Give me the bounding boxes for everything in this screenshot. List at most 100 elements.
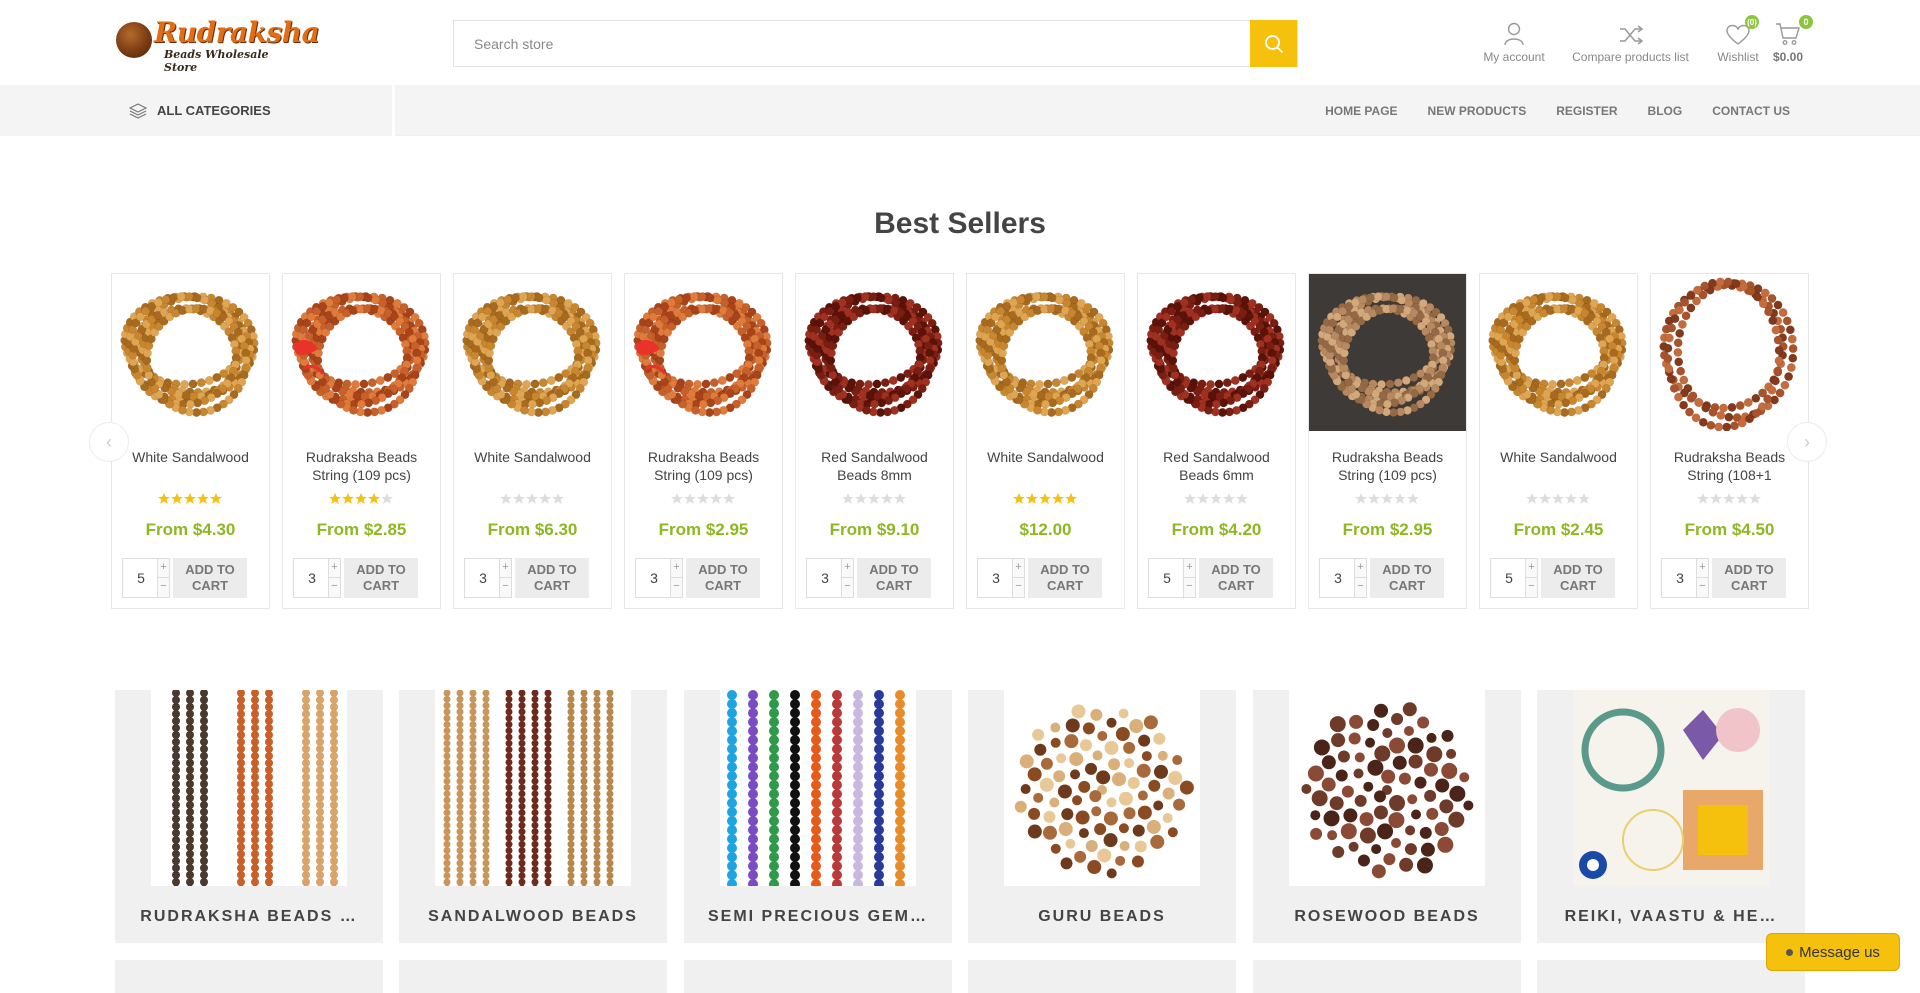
- category-card[interactable]: REIKI, VAASTU & HE…: [1537, 690, 1805, 943]
- product-name[interactable]: Red Sandalwood Beads 8mm: [796, 448, 953, 486]
- quantity-stepper[interactable]: 5 + −: [1148, 558, 1196, 598]
- quantity-stepper[interactable]: 3 + −: [293, 558, 341, 598]
- quantity-decrease-button[interactable]: −: [1696, 578, 1708, 597]
- category-card[interactable]: SANDALWOOD BEADS: [399, 690, 667, 943]
- category-card-partial[interactable]: [1253, 960, 1521, 993]
- my-account-link[interactable]: My account: [1474, 18, 1554, 64]
- quantity-value[interactable]: 5: [1491, 559, 1527, 597]
- quantity-decrease-button[interactable]: −: [670, 578, 682, 597]
- quantity-increase-button[interactable]: +: [1012, 559, 1024, 578]
- product-card[interactable]: White Sandalwood $12.00 3 + − ADD TO CAR…: [966, 273, 1125, 609]
- category-image[interactable]: [720, 690, 916, 886]
- quantity-value[interactable]: 3: [636, 559, 672, 597]
- product-name[interactable]: White Sandalwood: [967, 448, 1124, 486]
- product-image[interactable]: [1309, 274, 1466, 431]
- quantity-increase-button[interactable]: +: [328, 559, 340, 578]
- category-card[interactable]: SEMI PRECIOUS GEM…: [684, 690, 952, 943]
- quantity-increase-button[interactable]: +: [841, 559, 853, 578]
- quantity-value[interactable]: 5: [123, 559, 159, 597]
- product-card[interactable]: Rudraksha Beads String (109 pcs) From $2…: [624, 273, 783, 609]
- add-to-cart-button[interactable]: ADD TO CART: [1028, 558, 1102, 598]
- add-to-cart-button[interactable]: ADD TO CART: [1370, 558, 1444, 598]
- cart-link[interactable]: $0.00 0: [1766, 15, 1813, 64]
- quantity-stepper[interactable]: 3 + −: [1661, 558, 1709, 598]
- product-image[interactable]: [796, 274, 953, 431]
- category-card-partial[interactable]: [1537, 960, 1805, 993]
- quantity-value[interactable]: 3: [978, 559, 1014, 597]
- quantity-increase-button[interactable]: +: [1525, 559, 1537, 578]
- quantity-decrease-button[interactable]: −: [1183, 578, 1195, 597]
- menu-contact-us[interactable]: CONTACT US: [1712, 104, 1790, 118]
- product-image[interactable]: [967, 274, 1124, 431]
- category-card-partial[interactable]: [399, 960, 667, 993]
- product-image[interactable]: [1138, 274, 1295, 431]
- quantity-value[interactable]: 3: [465, 559, 501, 597]
- product-image[interactable]: [625, 274, 782, 431]
- category-card-partial[interactable]: [115, 960, 383, 993]
- wishlist-link[interactable]: Wishlist (0): [1710, 15, 1766, 64]
- product-card[interactable]: Red Sandalwood Beads 6mm From $4.20 5 + …: [1137, 273, 1296, 609]
- quantity-increase-button[interactable]: +: [1696, 559, 1708, 578]
- add-to-cart-button[interactable]: ADD TO CART: [1199, 558, 1273, 598]
- quantity-value[interactable]: 3: [1662, 559, 1698, 597]
- category-card-partial[interactable]: [684, 960, 952, 993]
- quantity-stepper[interactable]: 5 + −: [122, 558, 170, 598]
- quantity-stepper[interactable]: 5 + −: [1490, 558, 1538, 598]
- quantity-increase-button[interactable]: +: [157, 559, 169, 578]
- category-name[interactable]: GURU BEADS: [968, 891, 1236, 943]
- category-name[interactable]: SANDALWOOD BEADS: [399, 891, 667, 943]
- quantity-decrease-button[interactable]: −: [1525, 578, 1537, 597]
- category-image[interactable]: [435, 690, 631, 886]
- add-to-cart-button[interactable]: ADD TO CART: [1712, 558, 1786, 598]
- category-image[interactable]: [1004, 690, 1200, 886]
- quantity-decrease-button[interactable]: −: [841, 578, 853, 597]
- quantity-increase-button[interactable]: +: [670, 559, 682, 578]
- product-card[interactable]: Red Sandalwood Beads 8mm From $9.10 3 + …: [795, 273, 954, 609]
- quantity-increase-button[interactable]: +: [1183, 559, 1195, 578]
- compare-products-link[interactable]: Compare products list: [1563, 18, 1698, 64]
- product-name[interactable]: Rudraksha Beads String (108+1: [1651, 448, 1808, 486]
- product-card[interactable]: Rudraksha Beads String (109 pcs) From $2…: [1308, 273, 1467, 609]
- add-to-cart-button[interactable]: ADD TO CART: [857, 558, 931, 598]
- add-to-cart-button[interactable]: ADD TO CART: [1541, 558, 1615, 598]
- product-image[interactable]: [112, 274, 269, 431]
- category-image[interactable]: [1289, 690, 1485, 886]
- category-name[interactable]: RUDRAKSHA BEADS …: [115, 891, 383, 943]
- carousel-prev-button[interactable]: ‹: [89, 422, 129, 462]
- product-image[interactable]: [1480, 274, 1637, 431]
- product-name[interactable]: Rudraksha Beads String (109 pcs): [283, 448, 440, 486]
- product-image[interactable]: [283, 274, 440, 431]
- product-name[interactable]: White Sandalwood: [1480, 448, 1637, 486]
- category-image[interactable]: [1573, 690, 1769, 886]
- quantity-increase-button[interactable]: +: [1354, 559, 1366, 578]
- quantity-increase-button[interactable]: +: [499, 559, 511, 578]
- product-image[interactable]: [454, 274, 611, 431]
- add-to-cart-button[interactable]: ADD TO CART: [173, 558, 247, 598]
- product-card[interactable]: White Sandalwood From $2.45 5 + − ADD TO…: [1479, 273, 1638, 609]
- quantity-decrease-button[interactable]: −: [157, 578, 169, 597]
- quantity-stepper[interactable]: 3 + −: [1319, 558, 1367, 598]
- category-card[interactable]: RUDRAKSHA BEADS …: [115, 690, 383, 943]
- quantity-stepper[interactable]: 3 + −: [977, 558, 1025, 598]
- quantity-decrease-button[interactable]: −: [499, 578, 511, 597]
- quantity-value[interactable]: 3: [294, 559, 330, 597]
- quantity-value[interactable]: 3: [1320, 559, 1356, 597]
- carousel-next-button[interactable]: ›: [1787, 422, 1827, 462]
- site-logo[interactable]: Rudraksha Beads Wholesale Store: [114, 16, 320, 74]
- menu-blog[interactable]: BLOG: [1648, 104, 1683, 118]
- category-name[interactable]: REIKI, VAASTU & HE…: [1537, 891, 1805, 943]
- menu-register[interactable]: REGISTER: [1556, 104, 1617, 118]
- category-name[interactable]: ROSEWOOD BEADS: [1253, 891, 1521, 943]
- quantity-value[interactable]: 5: [1149, 559, 1185, 597]
- category-image[interactable]: [151, 690, 347, 886]
- product-card[interactable]: Rudraksha Beads String (109 pcs) From $2…: [282, 273, 441, 609]
- product-name[interactable]: Red Sandalwood Beads 6mm: [1138, 448, 1295, 486]
- product-card[interactable]: White Sandalwood From $4.30 5 + − ADD TO…: [111, 273, 270, 609]
- category-card[interactable]: GURU BEADS: [968, 690, 1236, 943]
- add-to-cart-button[interactable]: ADD TO CART: [344, 558, 418, 598]
- category-card[interactable]: ROSEWOOD BEADS: [1253, 690, 1521, 943]
- product-name[interactable]: Rudraksha Beads String (109 pcs): [625, 448, 782, 486]
- quantity-stepper[interactable]: 3 + −: [806, 558, 854, 598]
- quantity-decrease-button[interactable]: −: [1354, 578, 1366, 597]
- product-card[interactable]: White Sandalwood From $6.30 3 + − ADD TO…: [453, 273, 612, 609]
